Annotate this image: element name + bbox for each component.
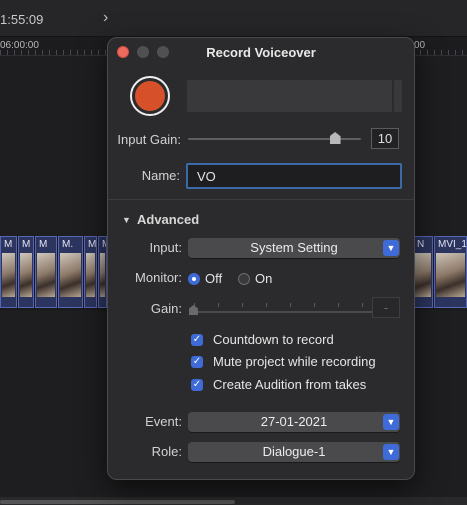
name-label: Name: [141,168,180,183]
popup-chevron-icon: ▼ [383,240,399,256]
record-voiceover-dialog: Record Voiceover Input Gain: 10 Name: ▼ … [107,37,415,480]
timeline-clip[interactable]: M [0,236,17,308]
clip-label: M. [62,239,74,250]
mute-project-checkbox[interactable]: ✓ [191,356,203,368]
monitor-off-label[interactable]: Off [205,271,222,286]
clip-label: MVI_1 [438,239,467,250]
timeline-clip[interactable]: N [413,236,433,308]
role-popup[interactable]: Dialogue-1 ▼ [188,442,400,462]
countdown-checkbox[interactable]: ✓ [191,334,203,346]
audio-level-meter-peak [394,80,402,112]
audio-level-meter [187,80,392,112]
mute-project-checkbox-label[interactable]: Mute project while recording [213,354,376,369]
dialog-titlebar[interactable]: Record Voiceover [108,38,414,66]
name-input[interactable] [186,163,402,189]
clip-thumbnail [86,253,95,297]
input-label: Input: [149,240,182,255]
role-label: Role: [151,444,182,459]
gain-slider-ticks [194,303,390,307]
ruler-timecode-left: 06:00:00 [0,40,39,51]
input-popup[interactable]: System Setting ▼ [188,238,400,258]
clip-label: M [4,239,13,250]
gain-value: - [372,297,400,318]
advanced-section-label[interactable]: Advanced [137,212,199,227]
timeline-clip[interactable]: M [98,236,107,308]
create-audition-checkbox-label[interactable]: Create Audition from takes [213,377,366,392]
timeline-clip[interactable]: M [84,236,97,308]
clip-label: M [88,239,97,250]
countdown-checkbox-label[interactable]: Countdown to record [213,332,334,347]
timecode-display: 1:55:09 [0,12,44,27]
monitor-on-radio[interactable] [238,273,250,285]
clip-label: M [39,239,48,250]
timeline-clip[interactable]: M [18,236,34,308]
record-button[interactable] [130,76,170,116]
event-label: Event: [145,414,182,429]
timeline-clip[interactable]: MVI_1 [434,236,467,308]
input-gain-value[interactable]: 10 [371,128,399,149]
role-popup-value: Dialogue-1 [262,444,326,459]
clip-thumbnail [2,253,15,297]
clip-thumbnail [60,253,81,297]
clip-label: M [22,239,31,250]
create-audition-checkbox[interactable]: ✓ [191,379,203,391]
event-popup[interactable]: 27-01-2021 ▼ [188,412,400,432]
timeline-clip[interactable]: M [35,236,57,308]
monitor-on-label[interactable]: On [255,271,272,286]
clip-thumbnail [37,253,55,297]
clip-thumbnail [100,253,105,297]
monitor-off-radio[interactable] [188,273,200,285]
clip-thumbnail [436,253,465,297]
input-gain-label: Input Gain: [117,132,181,147]
clip-label: N [417,239,425,250]
monitor-label: Monitor: [135,270,182,285]
clip-thumbnail [415,253,431,297]
input-gain-slider-knob[interactable] [329,132,341,144]
gain-label: Gain: [150,301,182,316]
scrollbar-thumb[interactable] [0,500,235,504]
input-popup-value: System Setting [250,240,338,255]
clip-thumbnail [20,253,32,297]
gain-slider [192,311,390,313]
section-divider [108,199,414,200]
timeline-clip[interactable]: M. [58,236,83,308]
disclosure-triangle-down-icon[interactable]: ▼ [122,215,131,225]
chevron-right-icon[interactable]: › [103,9,108,27]
dialog-title: Record Voiceover [206,45,316,60]
popup-chevron-icon: ▼ [383,414,399,430]
ruler-timecode-right: 00 [414,40,426,51]
timeline-toolbar: 1:55:09 › [0,0,467,37]
event-popup-value: 27-01-2021 [260,414,328,429]
popup-chevron-icon: ▼ [383,444,399,460]
